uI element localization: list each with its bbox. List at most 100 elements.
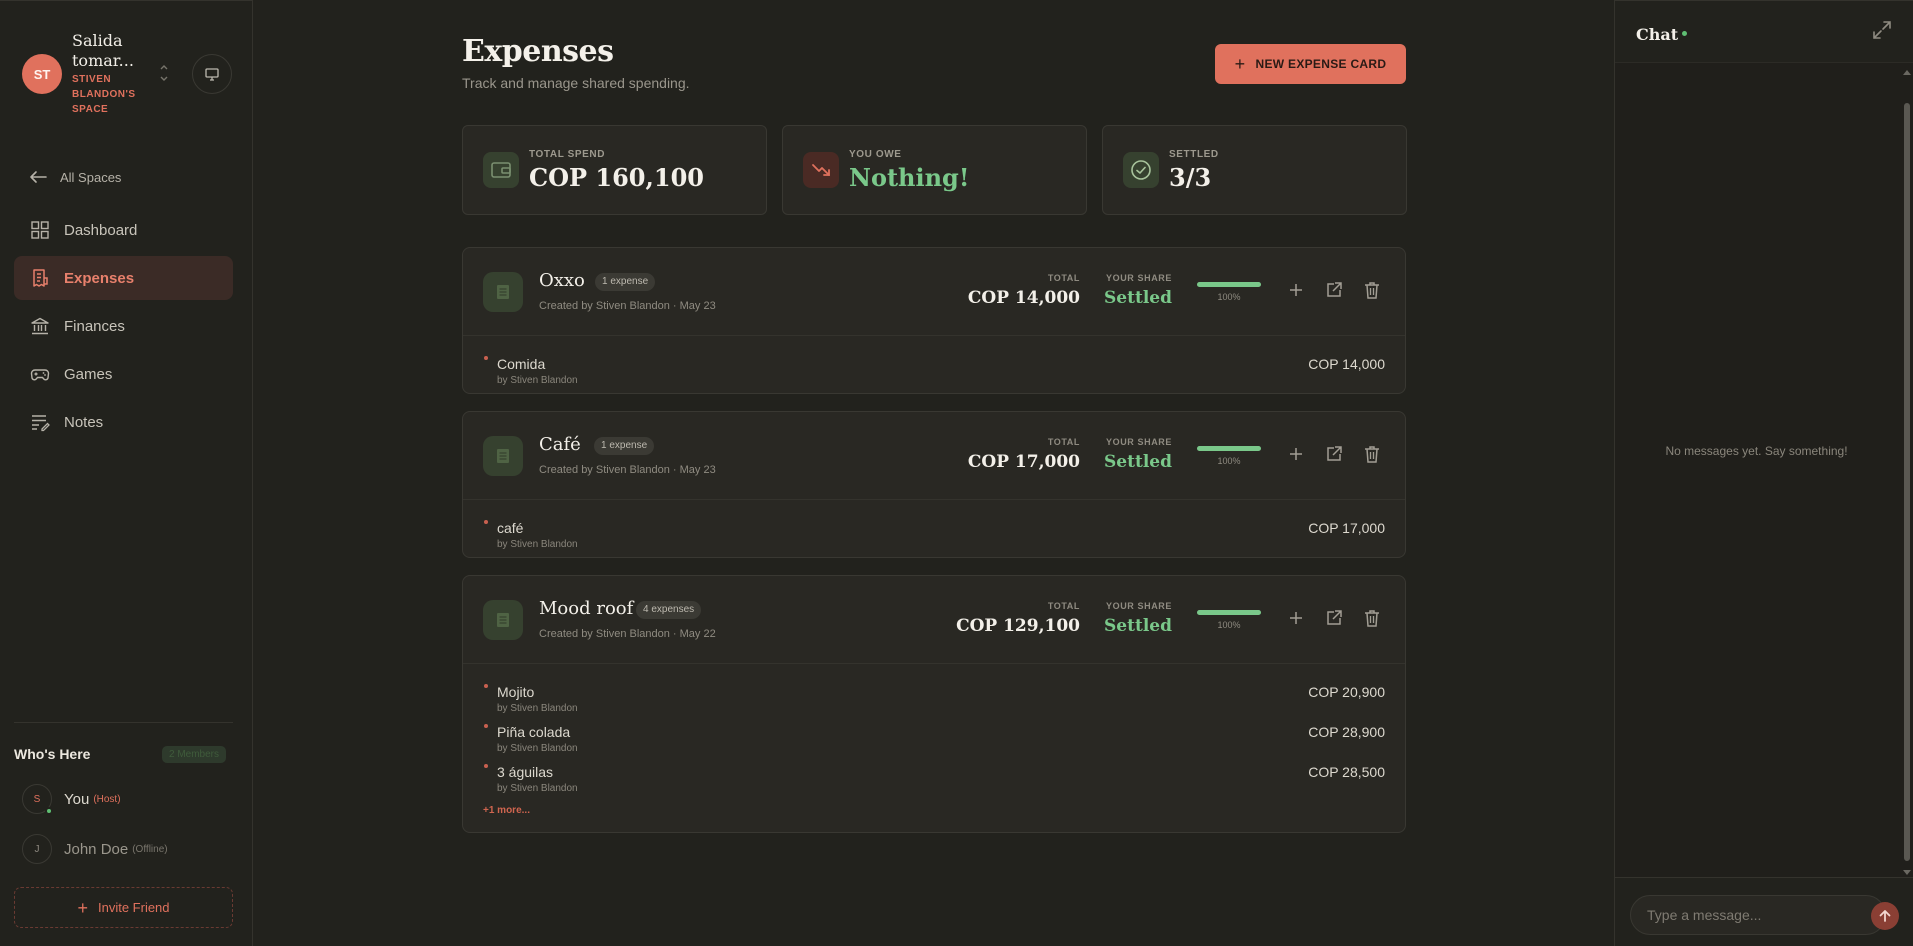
receipt-icon (483, 600, 523, 640)
sidebar-item-games[interactable]: Games (14, 352, 233, 396)
receipt-icon (483, 272, 523, 312)
expense-amount: COP 17,000 (1308, 520, 1385, 536)
stat-value: 3/3 (1169, 163, 1212, 192)
space-title: Salida tomar... (72, 31, 134, 70)
card-title: Mood roof (539, 598, 634, 619)
card-meta: Created by Stiven Blandon · May 23 (539, 464, 716, 476)
expense-card: Mood roof 4 expenses Created by Stiven B… (462, 575, 1406, 833)
online-indicator (1682, 31, 1687, 36)
scrollbar-thumb[interactable] (1904, 103, 1910, 861)
card-header[interactable]: Oxxo 1 expense Created by Stiven Blandon… (463, 248, 1405, 336)
arrow-left-icon (30, 171, 47, 183)
chevron-updown-icon[interactable] (157, 61, 171, 87)
wallet-icon (483, 152, 519, 188)
add-expense-button[interactable] (1285, 607, 1307, 629)
plus-icon (1290, 448, 1302, 460)
open-card-button[interactable] (1323, 443, 1345, 465)
card-header[interactable]: Mood roof 4 expenses Created by Stiven B… (463, 576, 1405, 664)
invite-friend-button[interactable]: + Invite Friend (14, 887, 233, 928)
chat-header: Chat (1615, 1, 1913, 63)
external-link-icon (1327, 282, 1342, 297)
chat-panel: Chat No messages yet. Say something! (1614, 0, 1913, 946)
sidebar-item-dashboard[interactable]: Dashboard (14, 208, 233, 252)
bullet-dot (484, 684, 488, 688)
progress-fill (1197, 446, 1261, 451)
bank-icon (30, 316, 50, 336)
open-card-button[interactable] (1323, 279, 1345, 301)
page-title: Expenses (462, 34, 614, 69)
sidebar-item-finances[interactable]: Finances (14, 304, 233, 348)
open-card-button[interactable] (1323, 607, 1345, 629)
expense-name: 3 águilas (497, 764, 554, 780)
progress-percent: 100% (1217, 620, 1241, 630)
list-item: Piña colada by Stiven Blandon COP 28,900 (463, 712, 1405, 754)
delete-card-button[interactable] (1361, 279, 1383, 301)
card-title: Café (539, 434, 581, 455)
stat-you-owe: YOU OWE Nothing! (782, 125, 1087, 215)
show-more-link[interactable]: +1 more... (483, 805, 530, 816)
expense-amount: COP 28,500 (1308, 764, 1385, 780)
sidebar-item-expenses[interactable]: Expenses (14, 256, 233, 300)
sidebar-item-label: Notes (64, 413, 104, 431)
card-title: Oxxo (539, 270, 585, 291)
expense-by: by Stiven Blandon (497, 783, 578, 794)
chat-scrollbar[interactable] (1902, 65, 1912, 876)
whos-here-title: Who's Here (14, 746, 91, 762)
new-expense-card-button[interactable]: + NEW EXPENSE CARD (1215, 44, 1406, 84)
total-value: COP 17,000 (967, 452, 1080, 472)
gamepad-icon (30, 364, 50, 384)
expense-name: Comida (497, 356, 546, 372)
arrow-up-icon (1879, 910, 1891, 922)
your-share-label: YOUR SHARE (1106, 601, 1173, 611)
stat-label: TOTAL SPEND (529, 149, 606, 160)
sidebar: ST Salida tomar... STIVEN BLANDON'S SPAC… (0, 0, 253, 946)
all-spaces-link[interactable]: All Spaces (28, 166, 121, 188)
expense-amount: COP 28,900 (1308, 724, 1385, 740)
share-status: Settled (1104, 288, 1172, 308)
plus-icon: + (77, 897, 88, 918)
chat-composer (1615, 877, 1913, 946)
trend-down-icon (803, 152, 839, 188)
sidebar-item-notes[interactable]: Notes (14, 400, 233, 444)
delete-card-button[interactable] (1361, 607, 1383, 629)
space-avatar: ST (22, 54, 62, 94)
your-share-label: YOUR SHARE (1106, 273, 1173, 283)
sidebar-item-label: Finances (64, 317, 125, 335)
share-status: Settled (1104, 452, 1172, 472)
space-header[interactable]: ST Salida tomar... STIVEN BLANDON'S SPAC… (22, 31, 242, 121)
invite-label: Invite Friend (97, 900, 170, 915)
avatar: J (22, 834, 52, 864)
total-value: COP 14,000 (967, 288, 1080, 308)
chat-empty-message: No messages yet. Say something! (1665, 444, 1848, 458)
receipt-icon (30, 268, 50, 288)
member-row-john[interactable]: J John Doe (Offline) (22, 834, 168, 864)
bullet-dot (484, 520, 488, 524)
check-circle-icon (1123, 152, 1159, 188)
progress-percent: 100% (1217, 292, 1241, 302)
member-row-host[interactable]: S You (Host) (22, 784, 121, 815)
expand-icon[interactable] (1871, 19, 1893, 41)
send-button[interactable] (1871, 902, 1899, 930)
main-content: Expenses Track and manage shared spendin… (254, 1, 1614, 946)
plus-icon: + (1234, 54, 1246, 74)
monitor-button[interactable] (192, 54, 232, 94)
expense-count-badge: 1 expense (595, 273, 656, 291)
expense-card: Café 1 expense Created by Stiven Blandon… (462, 411, 1406, 558)
card-meta: Created by Stiven Blandon · May 22 (539, 628, 716, 640)
add-expense-button[interactable] (1285, 443, 1307, 465)
bullet-dot (484, 356, 488, 360)
delete-card-button[interactable] (1361, 443, 1383, 465)
notes-icon (30, 412, 50, 432)
member-name: John Doe (64, 840, 129, 858)
chat-message-input[interactable] (1630, 895, 1886, 935)
add-expense-button[interactable] (1285, 279, 1307, 301)
progress-fill (1197, 282, 1261, 287)
new-expense-card-label: NEW EXPENSE CARD (1255, 57, 1387, 71)
card-header[interactable]: Café 1 expense Created by Stiven Blandon… (463, 412, 1405, 500)
progress-percent: 100% (1217, 456, 1241, 466)
sidebar-item-label: Dashboard (64, 221, 138, 239)
total-value: COP 129,100 (956, 616, 1080, 636)
bullet-dot (484, 764, 488, 768)
external-link-icon (1327, 610, 1342, 625)
chat-title: Chat (1636, 25, 1679, 44)
